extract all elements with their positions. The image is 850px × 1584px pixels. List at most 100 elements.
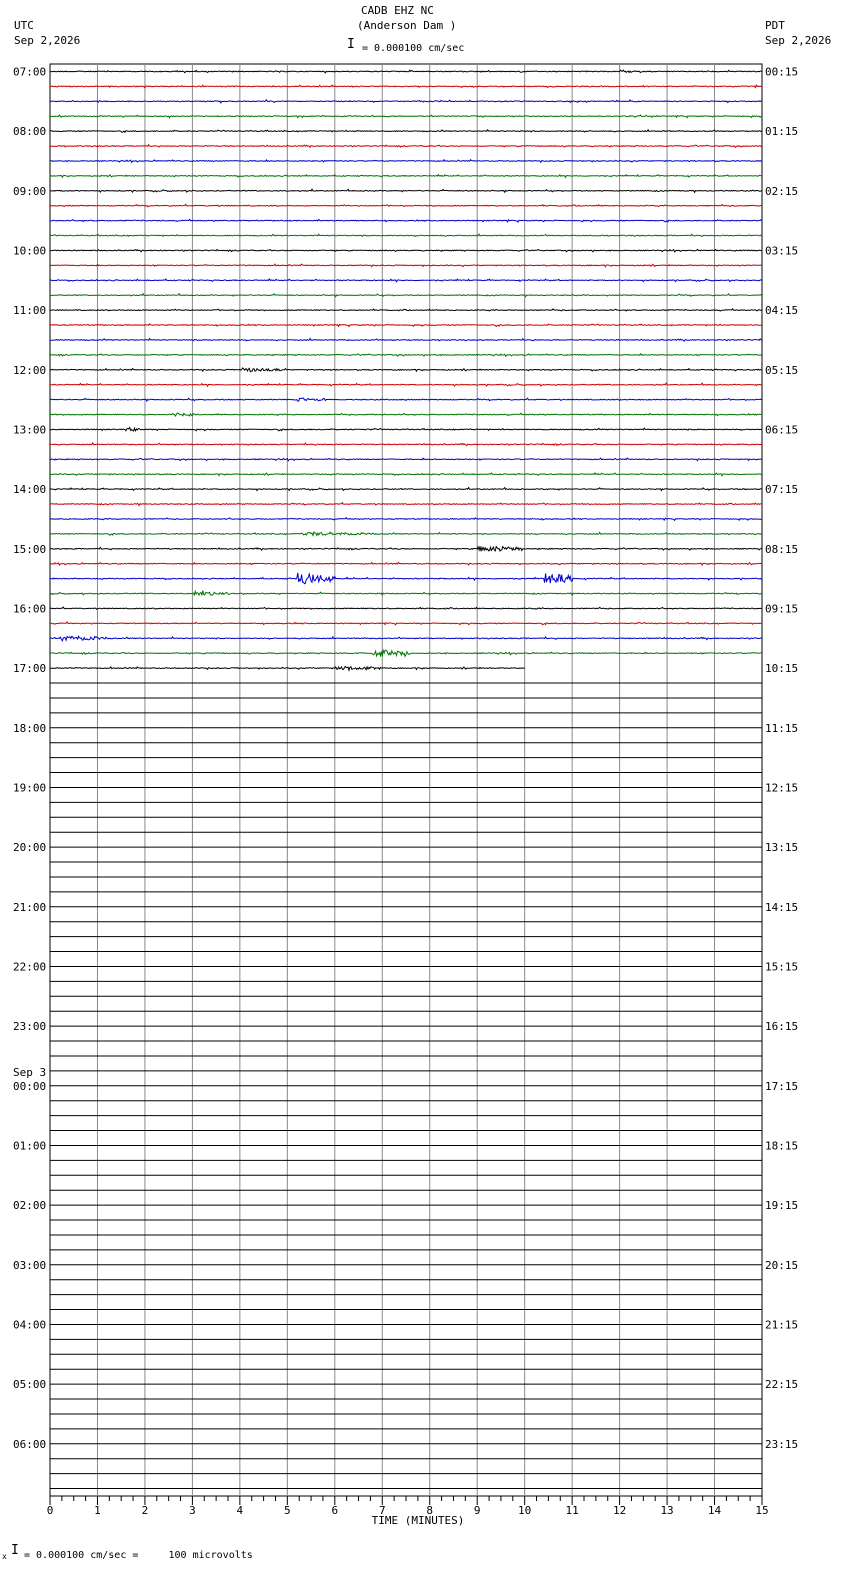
trace-line <box>49 263 763 268</box>
utc-hour-label: 13:00 <box>13 423 46 436</box>
x-tick-label: 1 <box>94 1504 101 1517</box>
x-tick-label: 10 <box>518 1504 531 1517</box>
utc-hour-label: 09:00 <box>13 185 46 198</box>
utc-hour-label: 17:00 <box>13 662 46 675</box>
pdt-hour-label: 17:15 <box>765 1080 798 1093</box>
footer-scale-note: = 0.000100 cm/sec = 100 microvolts <box>24 1550 253 1561</box>
trace-line <box>49 233 763 238</box>
trace-line <box>49 218 763 223</box>
pdt-hour-label: 08:15 <box>765 543 798 556</box>
utc-hour-label: 04:00 <box>13 1318 46 1331</box>
trace-line <box>49 441 763 447</box>
trace-line <box>49 188 763 194</box>
pdt-hour-label: 20:15 <box>765 1259 798 1272</box>
trace-line <box>49 457 763 462</box>
trace-line <box>49 426 763 433</box>
pdt-hour-label: 02:15 <box>765 185 798 198</box>
pdt-hour-label: 16:15 <box>765 1020 798 1033</box>
utc-hour-label: 18:00 <box>13 722 46 735</box>
trace-line <box>49 173 763 179</box>
x-tick-label: 4 <box>237 1504 244 1517</box>
trace-line <box>49 248 763 253</box>
utc-hour-label: 23:00 <box>13 1020 46 1033</box>
utc-hour-label: 21:00 <box>13 901 46 914</box>
x-axis-label: TIME (MINUTES) <box>372 1514 465 1527</box>
pdt-hour-label: 00:15 <box>765 65 798 78</box>
x-tick-label: 5 <box>284 1504 291 1517</box>
pdt-hour-label: 06:15 <box>765 423 798 436</box>
x-tick-label: 14 <box>708 1504 722 1517</box>
trace-line <box>49 472 763 477</box>
utc-hour-label: 07:00 <box>13 65 46 78</box>
trace-line <box>49 352 763 358</box>
trace-line <box>49 337 763 342</box>
pdt-hour-label: 10:15 <box>765 662 798 675</box>
trace-line <box>49 397 763 403</box>
pdt-hour-label: 23:15 <box>765 1438 798 1451</box>
trace-line <box>49 203 763 208</box>
pdt-hour-label: 01:15 <box>765 125 798 138</box>
trace-line <box>49 606 763 610</box>
utc-hour-label: 22:00 <box>13 960 46 973</box>
pdt-hour-label: 21:15 <box>765 1318 798 1331</box>
trace-line <box>49 128 762 134</box>
x-tick-label: 3 <box>189 1504 196 1517</box>
trace-line <box>49 158 763 164</box>
pdt-hour-label: 19:15 <box>765 1199 798 1212</box>
trace-line <box>49 412 763 417</box>
x-tick-label: 2 <box>142 1504 149 1517</box>
trace-line <box>49 292 763 298</box>
utc-hour-label: 02:00 <box>13 1199 46 1212</box>
utc-hour-label: 01:00 <box>13 1139 46 1152</box>
pdt-hour-label: 03:15 <box>765 244 798 257</box>
trace-line <box>49 83 763 89</box>
utc-hour-label: 19:00 <box>13 781 46 794</box>
trace-line <box>50 382 763 388</box>
x-tick-label: 11 <box>566 1504 579 1517</box>
footer-mark-icon: x <box>2 1552 7 1561</box>
utc-hour-label: 20:00 <box>13 841 46 854</box>
utc-hour-label: 00:00 <box>13 1080 46 1093</box>
utc-hour-label: 16:00 <box>13 602 46 615</box>
trace-line <box>50 501 763 507</box>
utc-hour-label: 14:00 <box>13 483 46 496</box>
x-tick-label: 12 <box>613 1504 626 1517</box>
trace-line <box>49 69 763 74</box>
pdt-hour-label: 14:15 <box>765 901 798 914</box>
pdt-hour-label: 11:15 <box>765 722 798 735</box>
x-tick-label: 0 <box>47 1504 54 1517</box>
trace-line <box>49 486 762 492</box>
x-tick-label: 15 <box>755 1504 768 1517</box>
trace-line <box>50 531 763 537</box>
trace-line <box>49 114 763 119</box>
trace-line <box>49 561 763 567</box>
utc-hour-label: 08:00 <box>13 125 46 138</box>
trace-line <box>49 545 763 552</box>
utc-hour-label: 15:00 <box>13 543 46 556</box>
trace-line <box>49 589 763 597</box>
utc-hour-label: 03:00 <box>13 1259 46 1272</box>
trace-line <box>49 621 763 626</box>
pdt-hour-label: 18:15 <box>765 1139 798 1152</box>
pdt-hour-label: 04:15 <box>765 304 798 317</box>
utc-hour-label: 05:00 <box>13 1378 46 1391</box>
day-change-label: Sep 3 <box>13 1066 46 1079</box>
trace-line <box>49 307 763 312</box>
utc-hour-label: 11:00 <box>13 304 46 317</box>
x-tick-label: 6 <box>331 1504 338 1517</box>
trace-line <box>49 98 763 104</box>
trace-line <box>49 323 763 328</box>
pdt-hour-label: 13:15 <box>765 841 798 854</box>
trace-line <box>49 367 763 373</box>
trace-line <box>49 516 762 522</box>
pdt-hour-label: 22:15 <box>765 1378 798 1391</box>
utc-hour-label: 10:00 <box>13 244 46 257</box>
plot-frame <box>49 63 763 1497</box>
trace-line <box>49 572 763 585</box>
x-tick-label: 9 <box>474 1504 481 1517</box>
trace-line <box>49 278 763 283</box>
footer-scale-bar-icon: I <box>11 1543 19 1558</box>
trace-line <box>49 635 763 642</box>
utc-hour-label: 06:00 <box>13 1438 46 1451</box>
x-tick-label: 13 <box>660 1504 673 1517</box>
